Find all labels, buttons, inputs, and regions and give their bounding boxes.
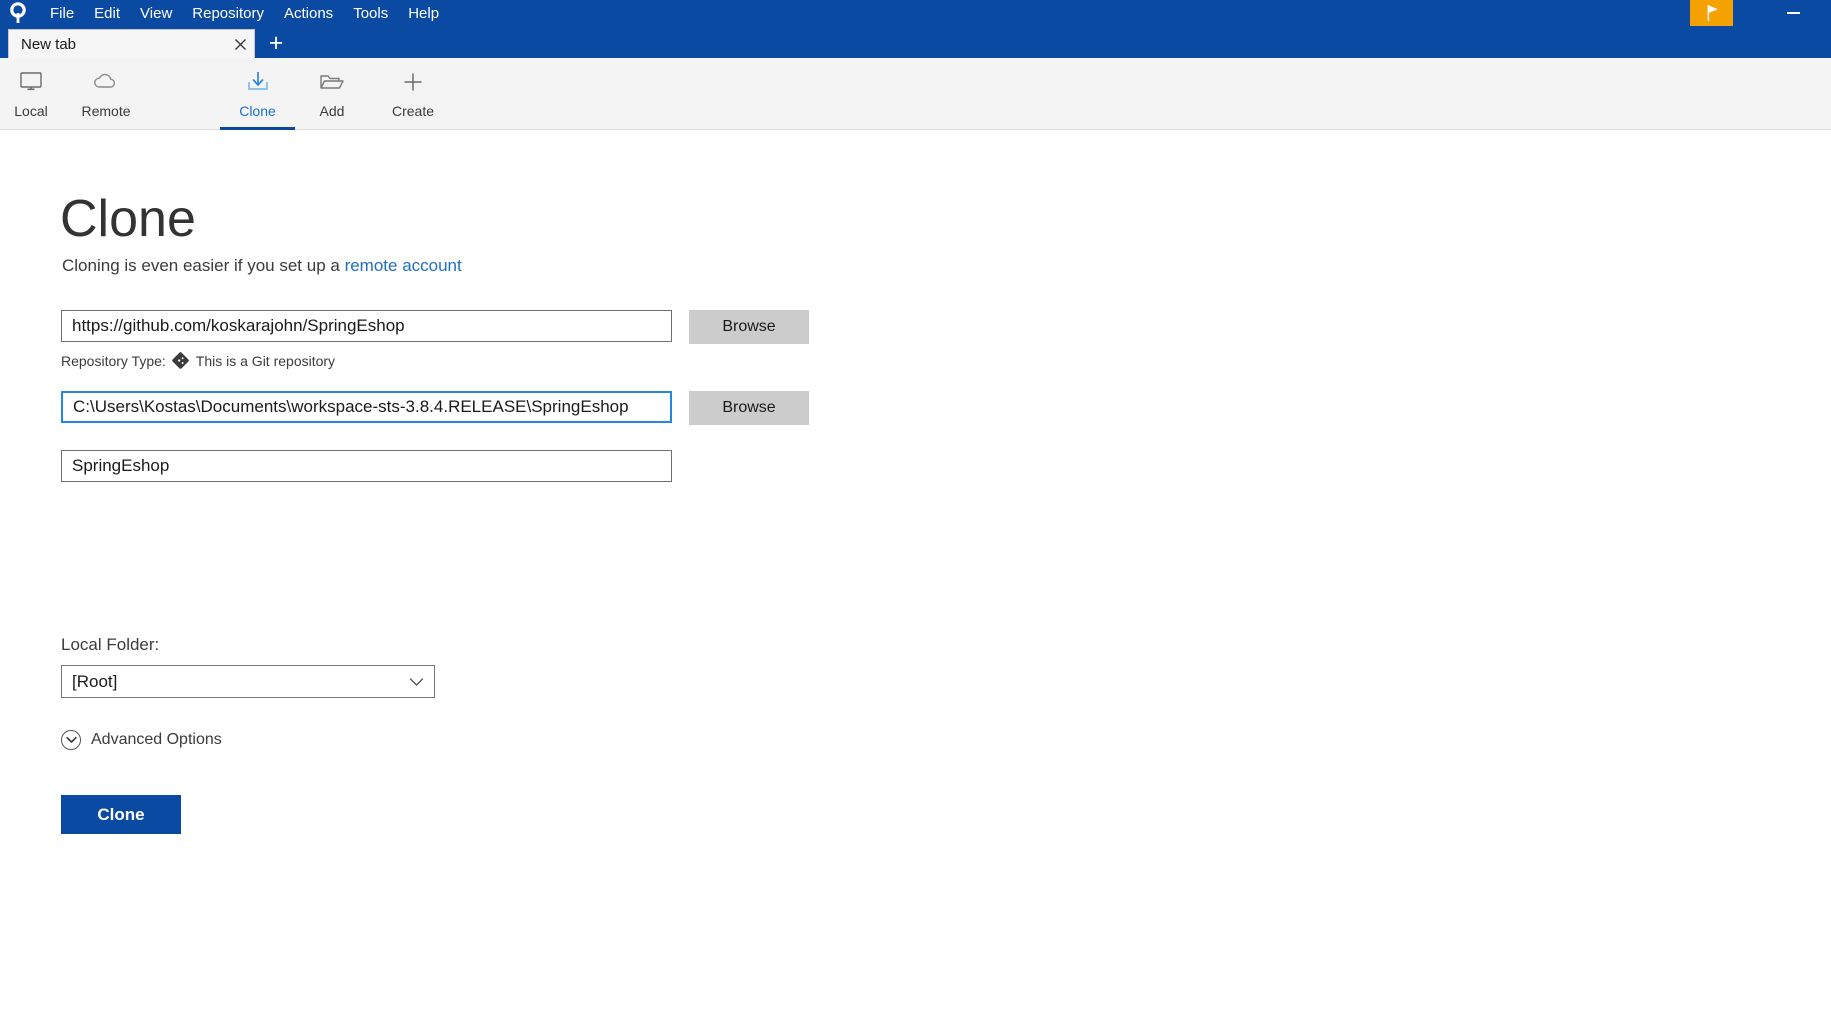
menu-item-tools[interactable]: Tools xyxy=(343,0,398,28)
local-folder-label: Local Folder: xyxy=(61,635,160,654)
repository-type-row: Repository Type: This is a Git repositor… xyxy=(61,352,335,369)
sourcetree-logo-icon xyxy=(5,2,31,26)
repository-type-status: This is a Git repository xyxy=(195,352,336,369)
monitor-icon xyxy=(18,67,44,97)
page-title: Clone xyxy=(60,190,196,248)
destination-path-input[interactable]: C:\Users\Kostas\Documents\workspace-sts-… xyxy=(61,391,672,423)
menu-item-actions[interactable]: Actions xyxy=(274,0,343,28)
flag-icon[interactable] xyxy=(1690,0,1733,26)
clone-button[interactable]: Clone xyxy=(61,795,181,834)
repository-type-label: Repository Type: xyxy=(61,352,166,369)
tab-new-tab[interactable]: New tab xyxy=(8,29,255,58)
toolbar-item-add[interactable]: Add xyxy=(295,58,369,130)
toolbar-item-label: Local xyxy=(14,103,48,119)
menu-item-repository[interactable]: Repository xyxy=(182,0,274,28)
minimize-button[interactable] xyxy=(1770,0,1816,26)
menu-item-view[interactable]: View xyxy=(130,0,182,28)
minimize-icon xyxy=(1786,12,1800,14)
browse-destination-button[interactable]: Browse xyxy=(689,391,809,425)
toolbar-item-label: Create xyxy=(391,103,435,119)
menu-item-file[interactable]: File xyxy=(40,0,84,28)
menu-item-help[interactable]: Help xyxy=(398,0,449,28)
toolbar: Local Remote Clone Add Create xyxy=(0,58,1831,178)
new-tab-button[interactable]: + xyxy=(262,29,290,58)
plus-icon xyxy=(400,67,426,97)
remote-account-link[interactable]: remote account xyxy=(345,256,462,275)
toolbar-item-remote[interactable]: Remote xyxy=(62,58,150,130)
close-icon[interactable] xyxy=(226,30,254,58)
clone-page: Clone Cloning is even easier if you set … xyxy=(0,130,1831,1030)
local-folder-selected-value: [Root] xyxy=(72,671,118,691)
source-url-input[interactable]: https://github.com/koskarajohn/SpringEsh… xyxy=(61,310,672,342)
browse-source-button[interactable]: Browse xyxy=(689,310,809,344)
menu-item-edit[interactable]: Edit xyxy=(84,0,130,28)
toolbar-item-label: Add xyxy=(319,103,345,119)
advanced-options-label: Advanced Options xyxy=(91,731,222,748)
title-bar: File Edit View Repository Actions Tools … xyxy=(0,0,1831,58)
git-logo-icon xyxy=(172,352,189,369)
folder-open-icon xyxy=(317,67,347,97)
repository-name-input[interactable]: SpringEshop xyxy=(61,450,672,482)
toolbar-item-local[interactable]: Local xyxy=(0,58,62,130)
advanced-options-toggle[interactable]: Advanced Options xyxy=(61,730,222,750)
page-subtitle: Cloning is even easier if you set up a r… xyxy=(62,256,462,276)
chevron-down-circle-icon xyxy=(61,730,81,750)
page-subtitle-text: Cloning is even easier if you set up a xyxy=(62,256,345,275)
toolbar-item-create[interactable]: Create xyxy=(369,58,457,130)
toolbar-item-clone[interactable]: Clone xyxy=(220,58,295,130)
download-icon xyxy=(244,67,272,97)
toolbar-item-label: Clone xyxy=(239,103,276,119)
cloud-icon xyxy=(91,67,121,97)
menu-bar: File Edit View Repository Actions Tools … xyxy=(40,0,449,28)
tab-label: New tab xyxy=(21,35,77,53)
local-folder-select[interactable]: [Root] xyxy=(61,665,435,698)
chevron-down-icon xyxy=(409,677,424,687)
toolbar-item-label: Remote xyxy=(81,103,131,119)
